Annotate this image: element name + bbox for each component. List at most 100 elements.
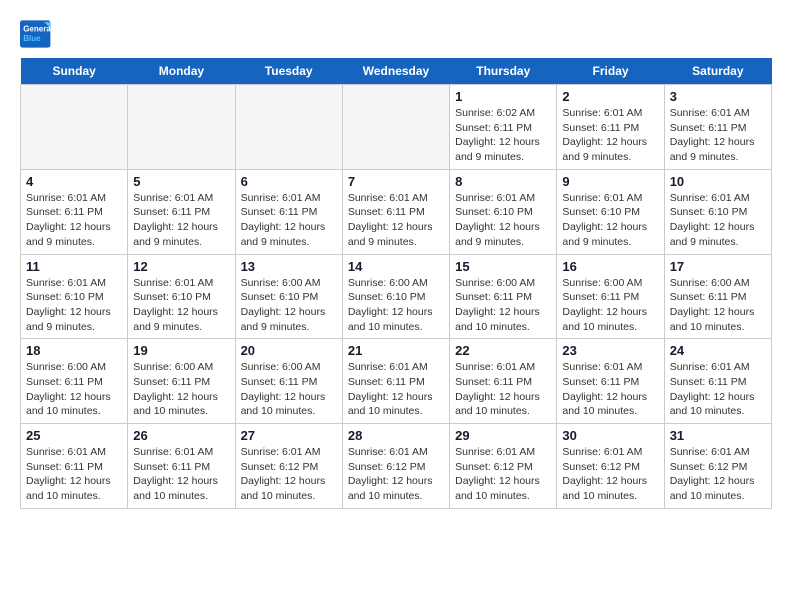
day-header-wednesday: Wednesday (342, 58, 449, 85)
calendar-cell: 4 Sunrise: 6:01 AM Sunset: 6:11 PM Daylig… (21, 169, 128, 254)
day-info: Sunrise: 6:01 AM Sunset: 6:10 PM Dayligh… (26, 276, 122, 335)
day-number: 13 (241, 259, 337, 274)
day-number: 18 (26, 343, 122, 358)
day-number: 7 (348, 174, 444, 189)
calendar-cell: 17 Sunrise: 6:00 AM Sunset: 6:11 PM Dayli… (664, 254, 771, 339)
day-number: 19 (133, 343, 229, 358)
calendar-table: SundayMondayTuesdayWednesdayThursdayFrid… (20, 58, 772, 509)
day-info: Sunrise: 6:01 AM Sunset: 6:11 PM Dayligh… (455, 360, 551, 419)
svg-text:General: General (23, 25, 52, 34)
calendar-cell: 3 Sunrise: 6:01 AM Sunset: 6:11 PM Daylig… (664, 85, 771, 170)
day-number: 8 (455, 174, 551, 189)
day-info: Sunrise: 6:01 AM Sunset: 6:11 PM Dayligh… (26, 445, 122, 504)
calendar-cell: 29 Sunrise: 6:01 AM Sunset: 6:12 PM Dayli… (450, 424, 557, 509)
day-info: Sunrise: 6:01 AM Sunset: 6:12 PM Dayligh… (348, 445, 444, 504)
logo: General Blue (20, 20, 52, 48)
day-info: Sunrise: 6:01 AM Sunset: 6:11 PM Dayligh… (562, 360, 658, 419)
day-number: 6 (241, 174, 337, 189)
calendar-cell: 18Sunrise: 6:00 AM Sunset: 6:11 PM Dayli… (21, 339, 128, 424)
calendar-cell: 15Sunrise: 6:00 AM Sunset: 6:11 PM Dayli… (450, 254, 557, 339)
calendar-cell: 10 Sunrise: 6:01 AM Sunset: 6:10 PM Dayli… (664, 169, 771, 254)
calendar-cell: 6Sunrise: 6:01 AM Sunset: 6:11 PM Daylig… (235, 169, 342, 254)
calendar-cell (342, 85, 449, 170)
calendar-cell (21, 85, 128, 170)
day-number: 16 (562, 259, 658, 274)
day-number: 10 (670, 174, 766, 189)
week-row-5: 25 Sunrise: 6:01 AM Sunset: 6:11 PM Dayli… (21, 424, 772, 509)
day-info: Sunrise: 6:01 AM Sunset: 6:11 PM Dayligh… (348, 191, 444, 250)
day-header-thursday: Thursday (450, 58, 557, 85)
day-number: 12 (133, 259, 229, 274)
calendar-cell: 26Sunrise: 6:01 AM Sunset: 6:11 PM Dayli… (128, 424, 235, 509)
day-info: Sunrise: 6:01 AM Sunset: 6:12 PM Dayligh… (562, 445, 658, 504)
calendar-cell: 23 Sunrise: 6:01 AM Sunset: 6:11 PM Dayli… (557, 339, 664, 424)
day-number: 20 (241, 343, 337, 358)
day-info: Sunrise: 6:02 AM Sunset: 6:11 PM Dayligh… (455, 106, 551, 165)
day-header-friday: Friday (557, 58, 664, 85)
calendar-cell: 14 Sunrise: 6:00 AM Sunset: 6:10 PM Dayli… (342, 254, 449, 339)
day-number: 1 (455, 89, 551, 104)
calendar-cell: 30Sunrise: 6:01 AM Sunset: 6:12 PM Dayli… (557, 424, 664, 509)
calendar-cell: 5 Sunrise: 6:01 AM Sunset: 6:11 PM Daylig… (128, 169, 235, 254)
calendar-cell: 8 Sunrise: 6:01 AM Sunset: 6:10 PM Daylig… (450, 169, 557, 254)
day-number: 4 (26, 174, 122, 189)
day-header-sunday: Sunday (21, 58, 128, 85)
day-info: Sunrise: 6:01 AM Sunset: 6:12 PM Dayligh… (241, 445, 337, 504)
day-info: Sunrise: 6:01 AM Sunset: 6:11 PM Dayligh… (670, 360, 766, 419)
day-info: Sunrise: 6:00 AM Sunset: 6:11 PM Dayligh… (670, 276, 766, 335)
day-number: 9 (562, 174, 658, 189)
day-number: 5 (133, 174, 229, 189)
day-number: 14 (348, 259, 444, 274)
page-header: General Blue (20, 20, 772, 48)
day-number: 2 (562, 89, 658, 104)
day-info: Sunrise: 6:01 AM Sunset: 6:10 PM Dayligh… (670, 191, 766, 250)
calendar-cell: 28 Sunrise: 6:01 AM Sunset: 6:12 PM Dayli… (342, 424, 449, 509)
calendar-cell: 2 Sunrise: 6:01 AM Sunset: 6:11 PM Daylig… (557, 85, 664, 170)
calendar-cell: 11 Sunrise: 6:01 AM Sunset: 6:10 PM Dayli… (21, 254, 128, 339)
day-number: 25 (26, 428, 122, 443)
day-info: Sunrise: 6:01 AM Sunset: 6:11 PM Dayligh… (562, 106, 658, 165)
day-info: Sunrise: 6:01 AM Sunset: 6:11 PM Dayligh… (348, 360, 444, 419)
calendar-cell: 20 Sunrise: 6:00 AM Sunset: 6:11 PM Dayli… (235, 339, 342, 424)
calendar-cell (128, 85, 235, 170)
day-info: Sunrise: 6:01 AM Sunset: 6:11 PM Dayligh… (670, 106, 766, 165)
day-info: Sunrise: 6:01 AM Sunset: 6:10 PM Dayligh… (455, 191, 551, 250)
day-info: Sunrise: 6:01 AM Sunset: 6:11 PM Dayligh… (133, 191, 229, 250)
day-number: 15 (455, 259, 551, 274)
day-info: Sunrise: 6:00 AM Sunset: 6:11 PM Dayligh… (562, 276, 658, 335)
svg-text:Blue: Blue (23, 34, 41, 43)
day-info: Sunrise: 6:00 AM Sunset: 6:11 PM Dayligh… (133, 360, 229, 419)
day-number: 23 (562, 343, 658, 358)
day-number: 24 (670, 343, 766, 358)
calendar-cell: 9 Sunrise: 6:01 AM Sunset: 6:10 PM Daylig… (557, 169, 664, 254)
logo-icon: General Blue (20, 20, 52, 48)
day-info: Sunrise: 6:01 AM Sunset: 6:10 PM Dayligh… (562, 191, 658, 250)
calendar-cell: 25 Sunrise: 6:01 AM Sunset: 6:11 PM Dayli… (21, 424, 128, 509)
day-info: Sunrise: 6:01 AM Sunset: 6:12 PM Dayligh… (670, 445, 766, 504)
week-row-3: 11 Sunrise: 6:01 AM Sunset: 6:10 PM Dayli… (21, 254, 772, 339)
day-number: 17 (670, 259, 766, 274)
calendar-cell: 12Sunrise: 6:01 AM Sunset: 6:10 PM Dayli… (128, 254, 235, 339)
calendar-cell: 22 Sunrise: 6:01 AM Sunset: 6:11 PM Dayli… (450, 339, 557, 424)
day-number: 31 (670, 428, 766, 443)
day-info: Sunrise: 6:01 AM Sunset: 6:11 PM Dayligh… (26, 191, 122, 250)
day-info: Sunrise: 6:00 AM Sunset: 6:11 PM Dayligh… (241, 360, 337, 419)
day-info: Sunrise: 6:01 AM Sunset: 6:11 PM Dayligh… (133, 445, 229, 504)
calendar-cell: 7 Sunrise: 6:01 AM Sunset: 6:11 PM Daylig… (342, 169, 449, 254)
calendar-cell: 31 Sunrise: 6:01 AM Sunset: 6:12 PM Dayli… (664, 424, 771, 509)
calendar-cell: 21Sunrise: 6:01 AM Sunset: 6:11 PM Dayli… (342, 339, 449, 424)
calendar-cell: 13Sunrise: 6:00 AM Sunset: 6:10 PM Dayli… (235, 254, 342, 339)
day-header-saturday: Saturday (664, 58, 771, 85)
day-info: Sunrise: 6:01 AM Sunset: 6:12 PM Dayligh… (455, 445, 551, 504)
day-number: 11 (26, 259, 122, 274)
day-number: 29 (455, 428, 551, 443)
day-info: Sunrise: 6:00 AM Sunset: 6:10 PM Dayligh… (348, 276, 444, 335)
week-row-4: 18 Sunrise: 6:00 AM Sunset: 6:11 PM Dayli… (21, 339, 772, 424)
day-header-monday: Monday (128, 58, 235, 85)
day-number: 27 (241, 428, 337, 443)
calendar-cell: 1 Sunrise: 6:02 AM Sunset: 6:11 PM Daylig… (450, 85, 557, 170)
day-number: 3 (670, 89, 766, 104)
day-number: 28 (348, 428, 444, 443)
calendar-cell: 27 Sunrise: 6:01 AM Sunset: 6:12 PM Dayli… (235, 424, 342, 509)
day-number: 22 (455, 343, 551, 358)
